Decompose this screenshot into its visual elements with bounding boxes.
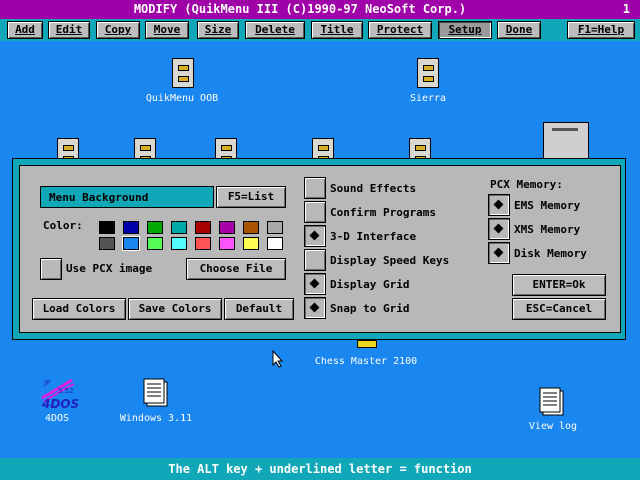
option-checkbox[interactable] [304, 273, 326, 295]
cancel-button[interactable]: ESC=Cancel [512, 298, 606, 320]
move-button[interactable]: Move [145, 21, 189, 39]
color-swatch[interactable] [267, 237, 283, 250]
sierra-label: Sierra [409, 93, 447, 104]
check-mark-icon [493, 223, 504, 234]
viewlog-document-icon[interactable] [539, 387, 565, 417]
protect-button[interactable]: Protect [368, 21, 432, 39]
element-field[interactable]: Menu Background [40, 186, 214, 208]
quikmenu-label: QuikMenu OOB [145, 93, 219, 104]
option-label: Snap to Grid [330, 302, 410, 315]
memory-label: EMS Memory [514, 199, 581, 212]
option-checkbox[interactable] [304, 297, 326, 319]
color-swatch[interactable] [219, 237, 235, 250]
title-bar: MODIFY (QuikMenu III (C)1990-97 NeoSoft … [0, 0, 640, 19]
title-button[interactable]: Title [311, 21, 363, 39]
chess-label: Chess Master 2100 [314, 356, 418, 367]
option-label: Confirm Programs [330, 206, 436, 219]
option-label: Display Grid [330, 278, 410, 291]
computer-icon[interactable] [543, 122, 589, 162]
mouse-cursor-icon [272, 350, 284, 368]
quikmenu-drawer-icon[interactable] [172, 58, 194, 88]
ok-button[interactable]: ENTER=Ok [512, 274, 606, 296]
list-button[interactable]: F5=List [216, 186, 286, 208]
option-label: 3-D Interface [330, 230, 417, 243]
color-swatch[interactable] [147, 221, 163, 234]
windows-document-icon[interactable] [143, 378, 169, 408]
memory-checkbox[interactable] [488, 218, 510, 240]
check-mark-icon [493, 247, 504, 258]
delete-button[interactable]: Delete [245, 21, 305, 39]
color-swatch[interactable] [267, 221, 283, 234]
color-swatch[interactable] [123, 221, 139, 234]
pcx-memory-label: PCX Memory: [490, 178, 563, 191]
use-pcx-checkbox[interactable] [40, 258, 62, 280]
check-mark-icon [493, 199, 504, 210]
fourdos-label: 4DOS [44, 413, 70, 424]
color-swatch[interactable] [243, 237, 259, 250]
color-swatch[interactable] [99, 221, 115, 234]
sierra-drawer-icon[interactable] [417, 58, 439, 88]
color-swatch[interactable] [147, 237, 163, 250]
size-button[interactable]: Size [197, 21, 239, 39]
option-label: Sound Effects [330, 182, 417, 195]
load-colors-button[interactable]: Load Colors [32, 298, 126, 320]
option-checkbox[interactable] [304, 201, 326, 223]
check-mark-icon [309, 230, 320, 241]
viewlog-label: View log [528, 421, 578, 432]
windows-label: Windows 3.11 [119, 413, 193, 424]
fourdos-version-text: 5.52 [58, 387, 74, 395]
color-swatch[interactable] [219, 221, 235, 234]
check-mark-icon [309, 278, 320, 289]
color-swatch[interactable] [171, 221, 187, 234]
window-number: 1 [622, 2, 630, 16]
memory-label: XMS Memory [514, 223, 581, 236]
default-button[interactable]: Default [224, 298, 294, 320]
color-swatch[interactable] [99, 237, 115, 250]
memory-label: Disk Memory [514, 247, 587, 260]
save-colors-button[interactable]: Save Colors [128, 298, 222, 320]
add-button[interactable]: Add [7, 21, 43, 39]
help-button[interactable]: F1=Help [567, 21, 635, 39]
color-label: Color: [43, 219, 83, 232]
done-button[interactable]: Done [497, 21, 541, 39]
option-label: Display Speed Keys [330, 254, 450, 267]
color-swatch[interactable] [195, 221, 211, 234]
check-mark-icon [309, 302, 320, 313]
edit-button[interactable]: Edit [48, 21, 90, 39]
copy-button[interactable]: Copy [96, 21, 140, 39]
option-checkbox[interactable] [304, 225, 326, 247]
setup-button[interactable]: Setup [438, 21, 492, 39]
fourdos-jp-text: JP [43, 379, 50, 387]
choose-file-button[interactable]: Choose File [186, 258, 286, 280]
element-field-value: Menu Background [49, 191, 149, 204]
color-swatch[interactable] [195, 237, 211, 250]
fourdos-logo-icon[interactable]: JP 5.52 4DOS [38, 376, 78, 410]
color-swatch[interactable] [243, 221, 259, 234]
chess-icon[interactable] [357, 340, 377, 348]
fourdos-logo-text: 4DOS [41, 397, 78, 410]
option-checkbox[interactable] [304, 177, 326, 199]
color-swatch[interactable] [123, 237, 139, 250]
memory-checkbox[interactable] [488, 194, 510, 216]
use-pcx-label: Use PCX image [66, 262, 153, 275]
color-swatch[interactable] [171, 237, 187, 250]
memory-checkbox[interactable] [488, 242, 510, 264]
window-title: MODIFY (QuikMenu III (C)1990-97 NeoSoft … [133, 2, 467, 16]
status-bar: The ALT key + underlined letter = functi… [0, 458, 640, 480]
menu-bar: Add Edit Copy Move Size Delete Title Pro… [0, 19, 640, 41]
option-checkbox[interactable] [304, 249, 326, 271]
